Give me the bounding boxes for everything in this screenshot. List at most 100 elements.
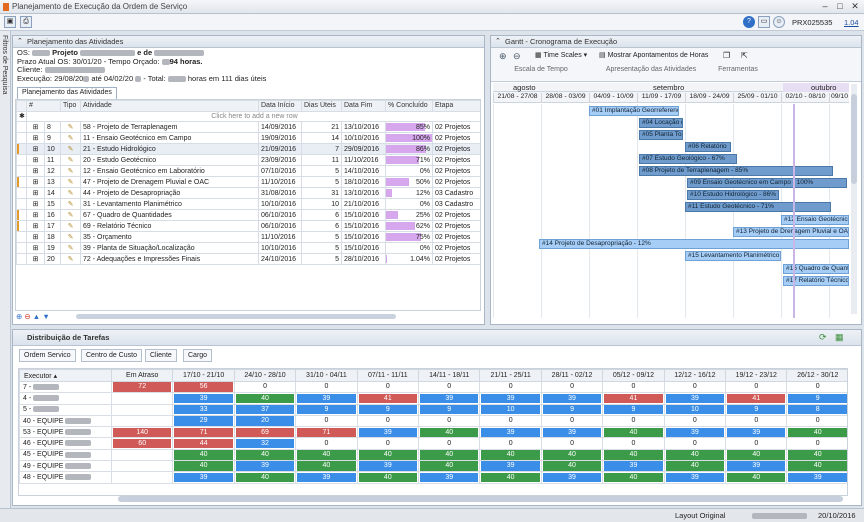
hours-cell[interactable]: 40 [356,448,420,462]
expand-icon[interactable]: ⊞ [26,209,45,221]
work-days[interactable]: 14 [301,132,342,144]
hours-cell[interactable]: 40 [172,448,235,462]
hours-cell[interactable]: 71 [295,426,358,439]
hours-cell[interactable] [110,460,174,473]
executor-row[interactable]: 53 - EQUIPE 140 71 69 71 39 40 39 39 40 39 39 40 [19,426,847,439]
executor-row[interactable]: 5 - 33 37 9 9 9 10 9 9 10 9 8 [19,403,847,416]
work-days[interactable]: 6 [301,209,342,221]
hours-cell[interactable]: 39 [663,392,727,405]
hours-cell[interactable]: 44 [172,437,235,450]
col-type[interactable]: Tipo [60,100,81,112]
expand-icon[interactable]: ⊞ [26,253,45,265]
col-stage[interactable]: Etapa [432,100,480,112]
hours-cell[interactable]: 40 [172,460,235,473]
hours-cell[interactable]: 0 [602,414,665,428]
executor-row[interactable]: 45 - EQUIPE 40 40 40 40 40 40 40 40 40 40 40 [19,448,847,462]
work-days[interactable]: 31 [301,187,342,199]
hours-cell[interactable]: 39 [356,460,420,473]
hours-cell[interactable]: 40 [602,471,665,484]
work-days[interactable]: 21 [301,121,342,133]
hours-cell[interactable]: 40 [725,471,788,484]
col-activity[interactable]: Atividade [80,100,259,112]
work-days[interactable]: 5 [301,165,342,177]
hours-cell[interactable]: 0 [356,380,420,394]
gantt-task-bar[interactable]: #04 Locação d [639,118,683,128]
start-date[interactable]: 06/10/2016 [258,209,302,221]
hours-cell[interactable]: 9 [356,403,420,416]
table-row[interactable]: ⊞ 11 ✎ 20 - Estudo Geotécnico 23/09/2016 11 11… [16,154,480,166]
gantt-vertical-scrollbar[interactable] [851,84,857,314]
hours-cell[interactable]: 39 [172,392,235,405]
expand-icon[interactable]: ⊞ [26,154,45,166]
start-date[interactable]: 24/10/2016 [258,253,302,265]
hours-cell[interactable]: 0 [786,414,847,428]
hours-cell[interactable]: 39 [172,471,235,484]
filter-side-tab[interactable]: Filtros de Pesquisa [0,31,11,522]
hours-cell[interactable]: 0 [663,437,727,450]
end-date[interactable]: 15/10/2016 [341,209,386,221]
work-days[interactable]: 10 [301,198,342,210]
start-date[interactable]: 11/10/2016 [258,176,302,188]
user-icon[interactable]: ☺ [773,16,785,28]
hours-cell[interactable]: 9 [540,403,604,416]
hours-cell[interactable]: 39 [540,471,604,484]
activity-name[interactable]: 39 - Planta de Situação/Localização [80,242,259,254]
hours-cell[interactable]: 40 [418,448,481,462]
hours-cell[interactable]: 39 [786,471,847,484]
minimize-button[interactable]: – [818,1,832,12]
hours-cell[interactable]: 0 [725,414,788,428]
end-date[interactable]: 13/10/2016 [341,121,386,133]
hours-cell[interactable]: 0 [663,414,727,428]
activity-name[interactable]: 20 - Estudo Geotécnico [80,154,259,166]
hours-cell[interactable]: 33 [172,403,235,416]
gantt-task-bar[interactable]: #14 Projeto de Desapropriação - 12% [539,239,849,249]
copy-icon[interactable]: ❐ [723,51,730,60]
hours-cell[interactable]: 20 [233,414,297,428]
activity-name[interactable]: 47 - Projeto de Drenagem Pluvial e OAC [80,176,259,188]
hours-cell[interactable]: 10 [663,403,727,416]
expand-icon[interactable]: ⊞ [26,198,45,210]
expand-icon[interactable]: ⊞ [26,132,45,144]
col-end-date[interactable]: Data Fim [341,100,386,112]
activity-name[interactable]: 35 - Orçamento [80,231,259,243]
hours-cell[interactable]: 41 [602,392,665,405]
hours-cell[interactable]: 0 [540,437,604,450]
zoom-in-icon[interactable]: ⊕ [499,51,507,62]
hours-cell[interactable] [110,414,174,428]
start-date[interactable]: 11/10/2016 [258,231,302,243]
hours-cell[interactable]: 0 [479,380,542,394]
hours-cell[interactable]: 40 [540,460,604,473]
end-date[interactable]: 15/10/2016 [341,220,386,232]
executor-row[interactable]: 40 - EQUIPE 29 20 0 0 0 0 0 0 0 0 0 [19,414,847,428]
help-icon[interactable]: ? [743,16,755,28]
hours-cell[interactable]: 39 [602,460,665,473]
table-row[interactable]: ⊞ 13 ✎ 47 - Projeto de Drenagem Pluvial e O… [16,176,480,188]
filter-cliente[interactable]: Cliente [145,349,177,362]
end-date[interactable]: 28/10/2016 [341,253,386,265]
end-date[interactable]: 21/10/2016 [341,198,386,210]
close-button[interactable]: ✕ [848,1,862,12]
gantt-task-bar[interactable]: #11 Estudo Geotécnico - 71% [685,202,831,212]
gantt-task-bar[interactable]: #06 Relatório [685,142,731,152]
expand-icon[interactable]: ⊞ [26,176,45,188]
activity-name[interactable]: 12 - Ensaio Geotécnico em Laboratório [80,165,259,177]
add-row-input[interactable]: Click here to add a new row [26,110,480,122]
activity-name[interactable]: 21 - Estudo Hidrológico [80,143,259,155]
executor-row[interactable]: 4 - 39 40 39 41 39 39 39 41 39 41 9 [19,392,847,405]
expand-icon[interactable]: ⊞ [26,231,45,243]
work-days[interactable]: 7 [301,143,342,155]
gantt-task-bar[interactable]: #10 Estudo Hidrológico - 86% [687,190,779,200]
version-link[interactable]: 1.04 [844,18,859,27]
hours-cell[interactable]: 0 [479,437,542,450]
hours-cell[interactable]: 0 [418,414,481,428]
hours-cell[interactable]: 40 [663,448,727,462]
activity-name[interactable]: 72 - Adequações e Impressões Finais [80,253,259,265]
hours-cell[interactable]: 60 [110,437,174,450]
refresh-icon[interactable]: ⟳ [819,332,827,343]
hours-cell[interactable]: 0 [295,414,358,428]
start-date[interactable]: 21/09/2016 [258,143,302,155]
table-row[interactable]: ⊞ 15 ✎ 31 - Levantamento Planimétrico 10/10/… [16,198,480,210]
hours-cell[interactable]: 39 [233,460,297,473]
executor-row[interactable]: 48 - EQUIPE 39 40 39 40 39 40 39 40 39 40 39 [19,471,847,484]
hours-cell[interactable]: 9 [418,403,481,416]
